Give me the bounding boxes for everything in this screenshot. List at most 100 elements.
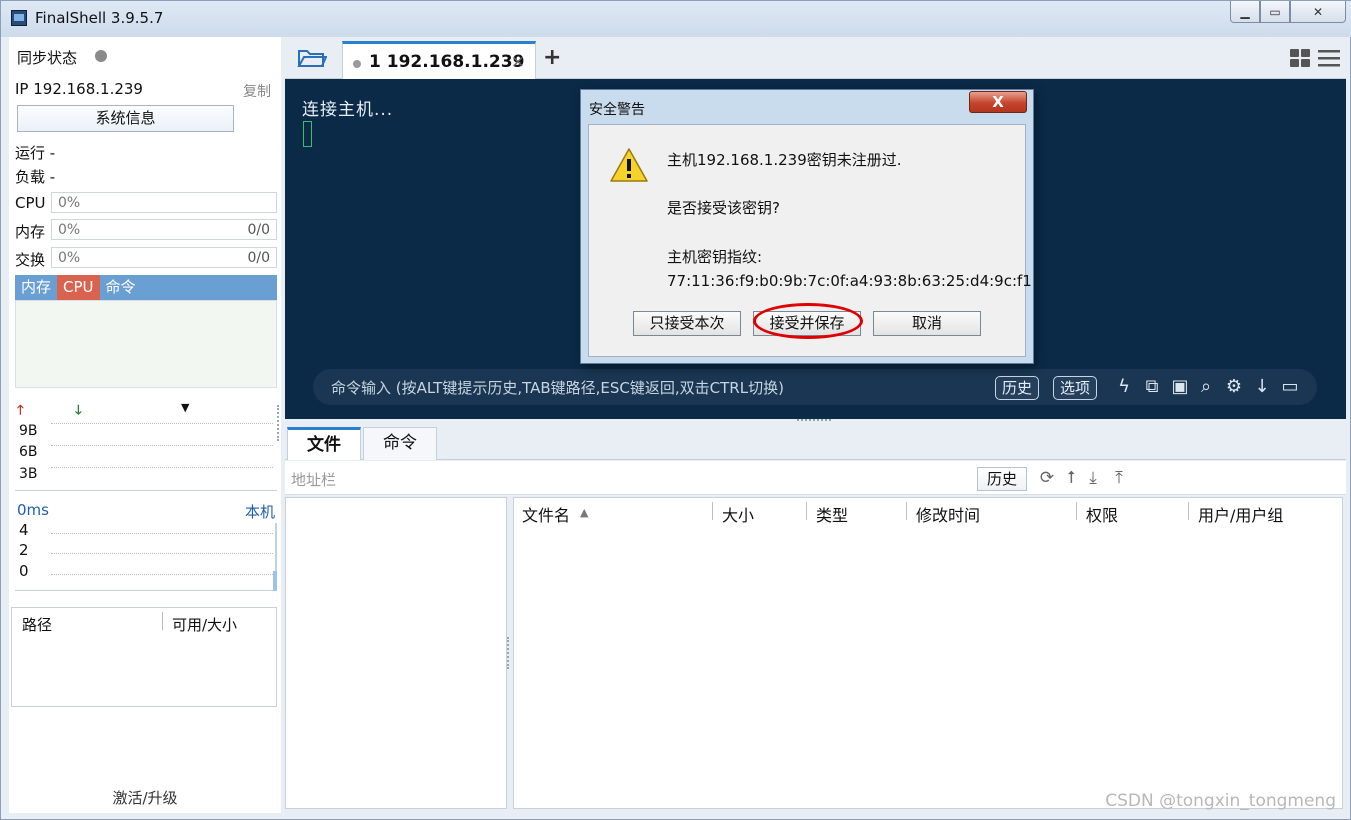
swap-ratio: 0/0 [247, 250, 270, 266]
add-tab-icon[interactable]: + [543, 45, 561, 70]
process-tab-command[interactable]: 命令 [100, 275, 142, 300]
latency-graph: 0ms 本机 4 2 0 [15, 499, 277, 591]
splitter-grip [797, 419, 831, 421]
warning-icon [610, 148, 648, 182]
disk-col-path: 路径 [22, 616, 53, 634]
cpu-percent: 0% [58, 195, 81, 211]
cancel-button[interactable]: 取消 [873, 311, 981, 336]
sync-status-label: 同步状态 [17, 49, 78, 67]
security-warning-dialog: 安全警告 X 主机192.168.1.239密钥未注册过. 是否接受该密钥? 主… [580, 89, 1034, 364]
session-tab-label: 1 192.168.1.239 [369, 52, 525, 72]
highlight-ring [753, 303, 863, 339]
dialog-fingerprint-label: 主机密钥指纹: [667, 248, 763, 266]
search-icon[interactable]: ⌕ [1195, 376, 1217, 398]
bottom-tab-bar: 文件 命令 [285, 425, 1346, 460]
latency-bar [273, 571, 277, 591]
session-tab[interactable]: 1 192.168.1.239 × [342, 41, 536, 79]
col-permissions[interactable]: 权限 [1086, 502, 1118, 526]
terminal-cursor [303, 121, 312, 147]
watermark: CSDN @tongxin_tongmeng [1105, 791, 1336, 811]
latency-ytick: 4 [19, 521, 29, 539]
disk-table: 路径 可用/大小 [11, 607, 277, 707]
directory-tree[interactable] [285, 497, 507, 809]
copy-icon[interactable]: ⧉ [1141, 376, 1163, 398]
close-tab-icon[interactable]: × [511, 52, 525, 72]
gear-icon[interactable]: ⚙ [1223, 376, 1245, 398]
uptime-label: 运行 - [15, 144, 56, 162]
col-separator [1076, 502, 1077, 520]
copy-ip-link[interactable]: 复制 [243, 81, 271, 101]
tab-commands[interactable]: 命令 [363, 427, 437, 460]
command-history-button[interactable]: 历史 [995, 376, 1040, 400]
command-options-button[interactable]: 选项 [1053, 376, 1098, 400]
paste-icon[interactable]: ▣ [1169, 376, 1191, 398]
address-history-button[interactable]: 历史 [977, 467, 1027, 491]
latency-value: 0ms [17, 501, 49, 519]
latency-ytick: 2 [19, 541, 29, 559]
sync-status-dot [95, 50, 107, 62]
disk-col-separator [162, 612, 163, 630]
window-icon[interactable]: ▭ [1279, 376, 1301, 398]
folder-icon[interactable] [297, 47, 327, 69]
process-tab-cpu[interactable]: CPU [57, 275, 100, 300]
col-size[interactable]: 大小 [722, 502, 754, 526]
net-gridline [51, 467, 273, 468]
arrow-down-icon[interactable]: ↓ [1251, 376, 1273, 398]
download-icon[interactable]: ⤓ [1083, 468, 1103, 488]
process-tab-memory[interactable]: 内存 [15, 275, 57, 300]
upload-icon[interactable]: ⤒ [1109, 468, 1129, 488]
col-type[interactable]: 类型 [816, 502, 848, 526]
accept-once-button[interactable]: 只接受本次 [633, 311, 741, 336]
terminal-output: 连接主机... [302, 100, 394, 120]
col-owner[interactable]: 用户/用户组 [1198, 502, 1283, 526]
address-bar: 地址栏 历史 ⟳ ⭡ ⤓ ⤒ [285, 461, 1346, 495]
col-modified[interactable]: 修改时间 [916, 502, 980, 526]
dialog-message-question: 是否接受该密钥? [667, 199, 780, 217]
memory-meter: 0% 0/0 [51, 219, 277, 240]
host-ip: IP 192.168.1.239 [15, 80, 143, 98]
sidebar-splitter[interactable] [277, 405, 281, 441]
layout-grid-icon[interactable] [1290, 49, 1310, 67]
connection-status-dot [353, 60, 361, 68]
tab-files[interactable]: 文件 [287, 427, 361, 460]
latency-gridline [51, 553, 273, 554]
col-separator [712, 502, 713, 520]
dialog-body: 主机192.168.1.239密钥未注册过. 是否接受该密钥? 主机密钥指纹: … [588, 124, 1032, 357]
command-input-bar[interactable]: 命令输入 (按ALT键提示历史,TAB键路径,ESC键返回,双击CTRL切换) … [313, 369, 1317, 405]
title-bar: FinalShell 3.9.5.7 ▁ ▭ ✕ [1, 1, 1351, 37]
file-list[interactable]: 文件名 ▲ 大小 类型 修改时间 权限 用户/用户组 [513, 497, 1343, 809]
cpu-meter: 0% [51, 192, 277, 213]
maximize-button[interactable]: ▭ [1260, 1, 1290, 23]
network-graph: 9B 6B 3B [15, 417, 277, 491]
swap-meter: 0% 0/0 [51, 247, 277, 268]
activate-upgrade-link[interactable]: 激活/升级 [9, 787, 281, 808]
col-filename[interactable]: 文件名 [522, 502, 570, 526]
memory-label: 内存 [15, 223, 46, 241]
cpu-label: CPU [15, 194, 46, 212]
net-ytick: 9B [19, 423, 38, 439]
sort-asc-icon: ▲ [580, 506, 589, 519]
dialog-close-button[interactable]: X [969, 91, 1027, 113]
dialog-message-unregistered: 主机192.168.1.239密钥未注册过. [667, 151, 902, 169]
minimize-button[interactable]: ▁ [1230, 1, 1260, 23]
refresh-icon[interactable]: ⟳ [1037, 468, 1057, 488]
system-info-button[interactable]: 系统信息 [17, 105, 234, 132]
swap-percent: 0% [58, 250, 81, 266]
lightning-icon[interactable]: ϟ [1113, 376, 1135, 398]
dialog-title: 安全警告 [589, 102, 645, 118]
net-gridline [51, 445, 273, 446]
interface-dropdown-icon[interactable]: ▼ [181, 401, 189, 414]
app-icon [11, 10, 27, 26]
net-ytick: 6B [19, 444, 38, 460]
minimize-icon: ▁ [1240, 4, 1250, 19]
parent-dir-icon[interactable]: ⭡ [1061, 468, 1081, 488]
close-window-button[interactable]: ✕ [1290, 1, 1346, 23]
process-list [15, 300, 277, 388]
menu-icon[interactable] [1318, 49, 1340, 67]
latency-host-link[interactable]: 本机 [245, 501, 275, 522]
command-input-placeholder: 命令输入 (按ALT键提示历史,TAB键路径,ESC键返回,双击CTRL切换) [331, 379, 784, 397]
memory-ratio: 0/0 [247, 222, 270, 238]
address-input[interactable]: 地址栏 [291, 469, 336, 490]
file-pane-splitter[interactable] [507, 637, 509, 669]
swap-label: 交换 [15, 251, 46, 269]
